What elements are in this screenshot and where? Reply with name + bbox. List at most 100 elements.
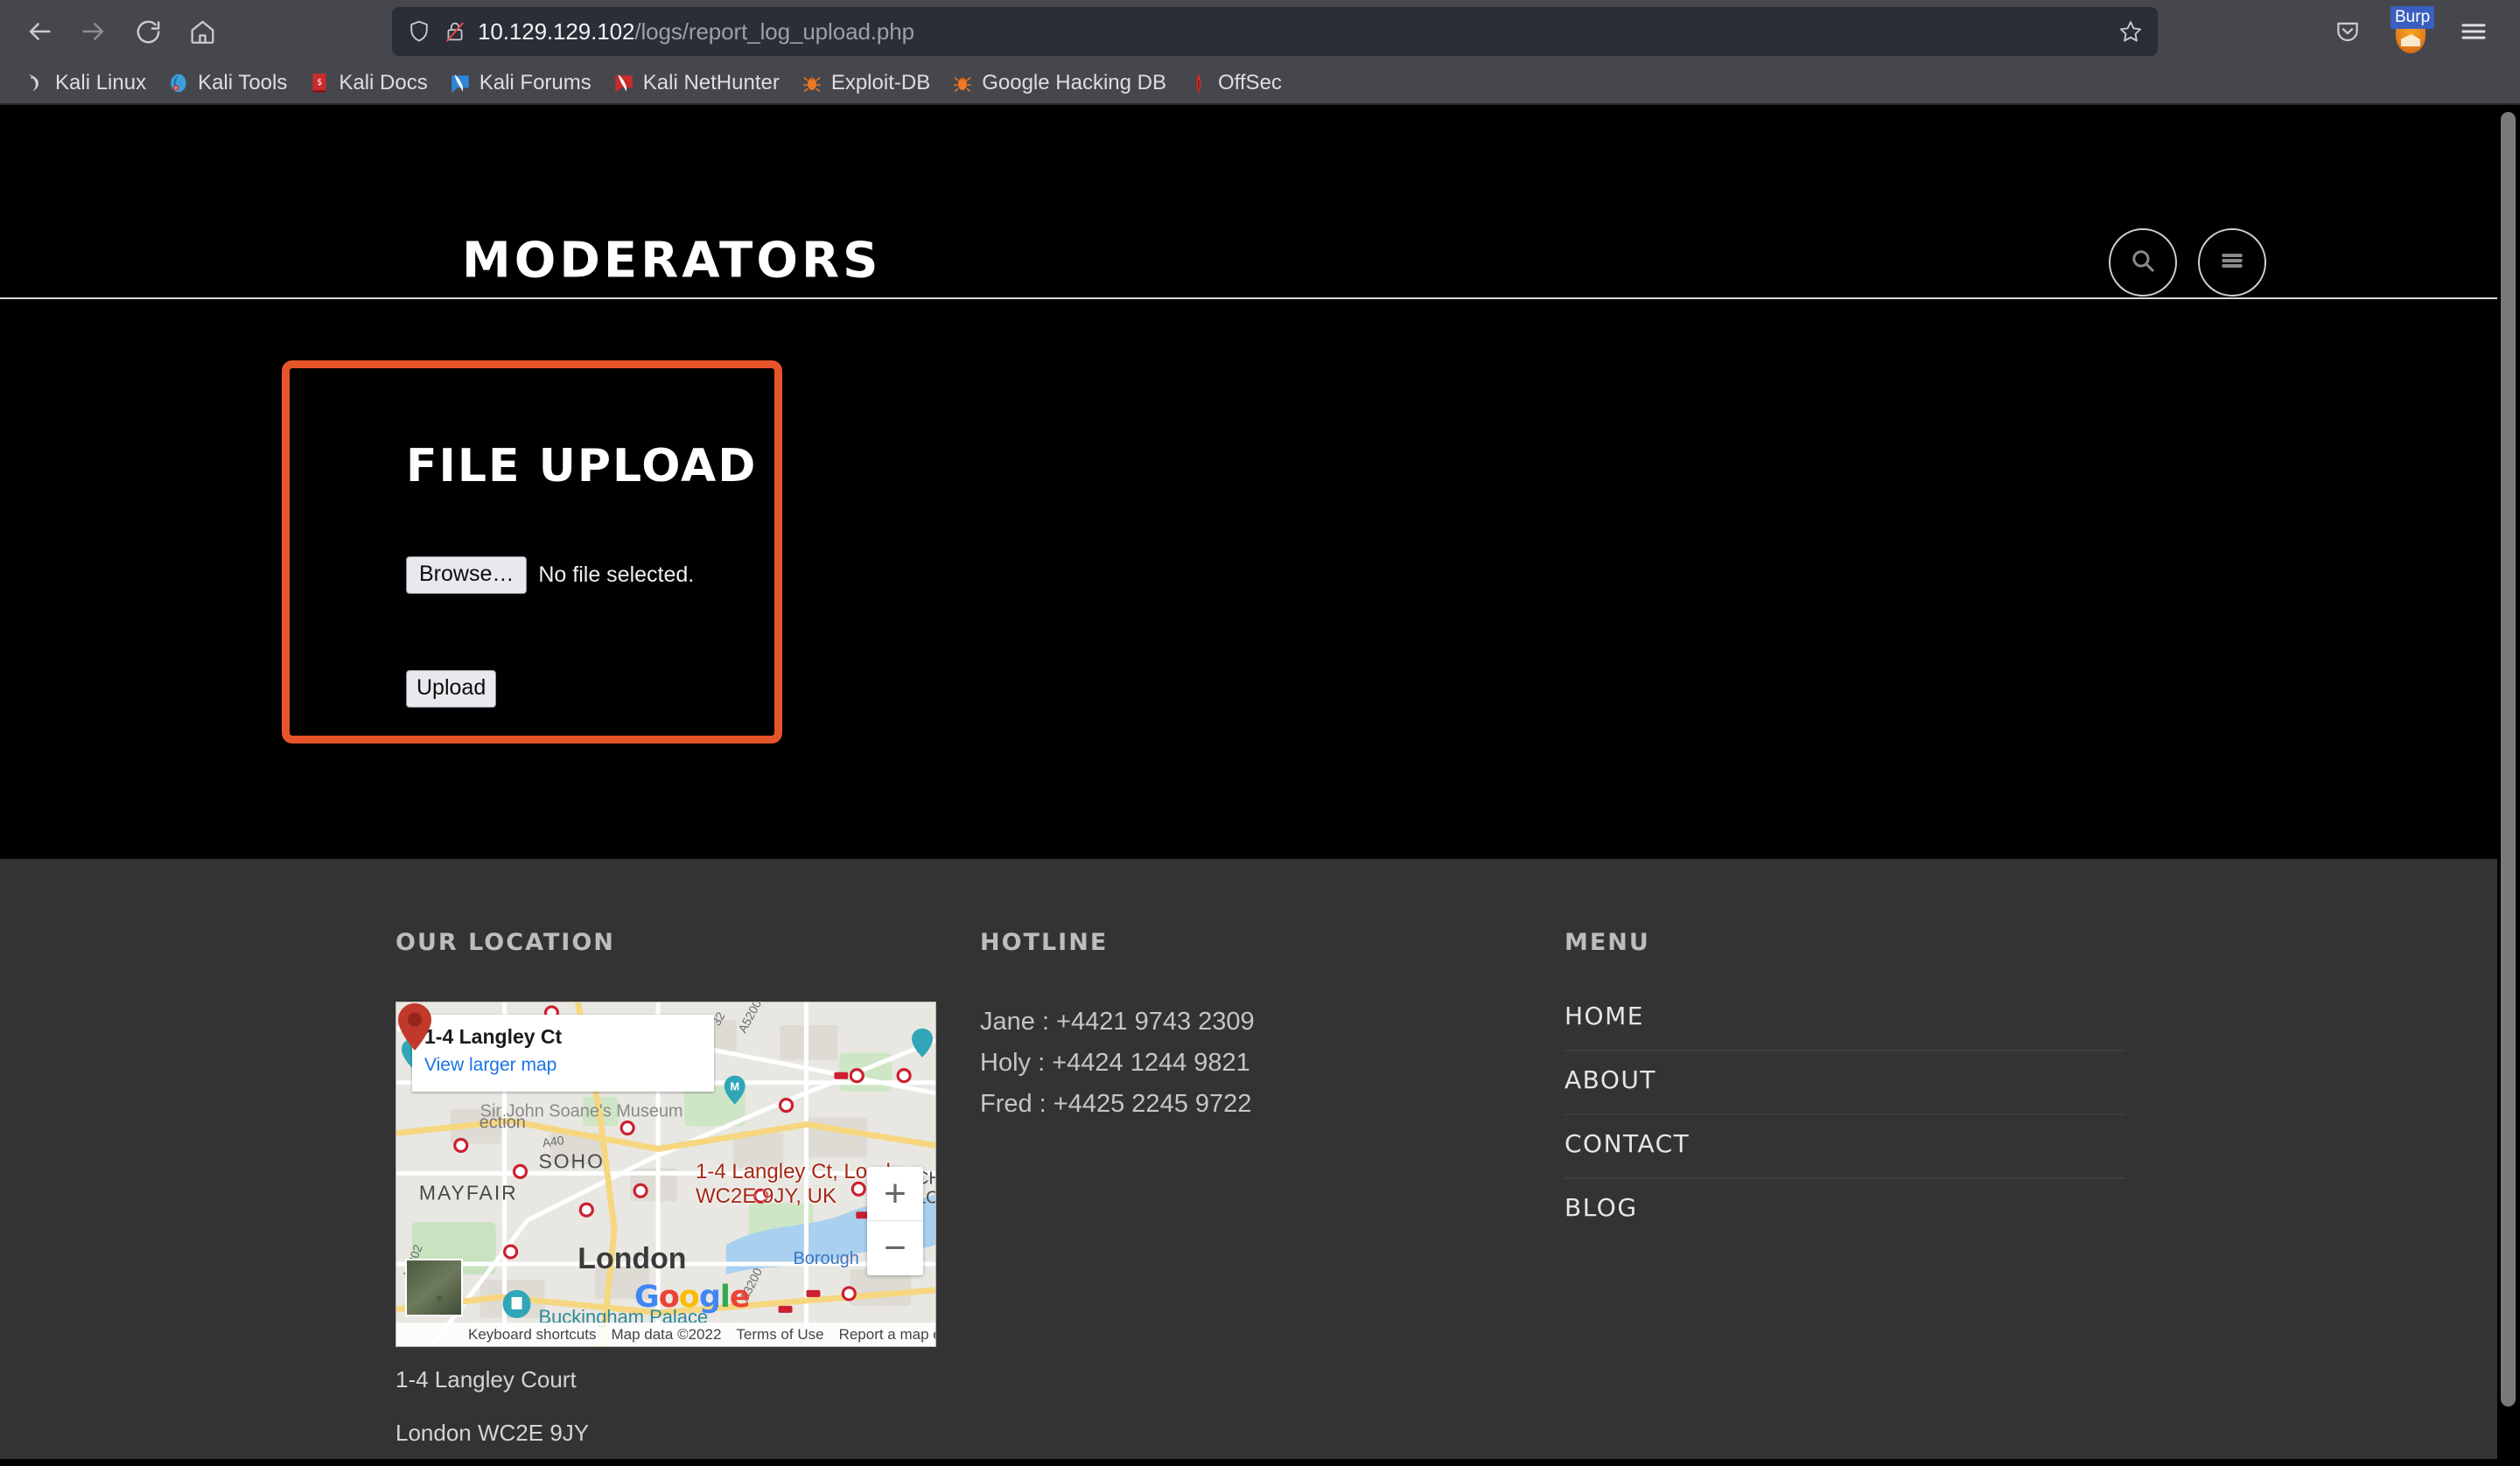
site-header: MODERATORS — [0, 105, 2520, 299]
kali-nethunter-icon — [615, 74, 633, 93]
map-zoom-controls[interactable]: + − — [867, 1167, 923, 1275]
burp-suite-extension-icon[interactable]: Burp — [2384, 4, 2438, 59]
map-card-title: 1-4 Langley Ct — [424, 1025, 563, 1048]
bookmark-label: Kali Docs — [339, 71, 428, 94]
footer-menu-item-contact[interactable]: CONTACT — [1564, 1115, 2124, 1179]
browser-toolbar-right: Burp — [2320, 4, 2508, 59]
burp-badge-label: Burp — [2390, 6, 2435, 29]
page-scrollbar[interactable] — [2497, 105, 2520, 1459]
svg-text:M: M — [730, 1080, 739, 1093]
bookmark-google-hacking-db[interactable]: Google Hacking DB — [941, 67, 1177, 99]
main-content: FILE UPLOAD Browse… No file selected. Up… — [0, 299, 2520, 859]
hotline-entry-jane: Jane : +4421 9743 2309 — [980, 1008, 1255, 1036]
footer-menu-item-home[interactable]: HOME — [1564, 1002, 2124, 1051]
bookmark-kali-tools[interactable]: π Kali Tools — [157, 67, 298, 99]
bookmark-offsec[interactable]: OffSec — [1177, 67, 1292, 99]
offsec-logo-icon — [1196, 73, 1201, 94]
google-logo: Google — [634, 1280, 751, 1315]
map-info-card: 1-4 Langley Ct View larger map — [412, 1015, 714, 1092]
bookmark-kali-nethunter[interactable]: Kali NetHunter — [602, 67, 790, 99]
kali-docs-icon: $ — [312, 73, 326, 93]
map-view-larger-link[interactable]: View larger map — [424, 1055, 702, 1076]
url-host: 10.129.129.102 — [478, 17, 635, 45]
back-button[interactable] — [12, 4, 66, 59]
bookmark-label: OffSec — [1217, 71, 1282, 94]
url-bar-container: 10.129.129.102/logs/report_log_upload.ph… — [229, 7, 2320, 56]
footer-heading-hotline: HOTLINE — [980, 929, 1109, 956]
map-attr-map-data: Map data ©2022 — [611, 1325, 722, 1343]
svg-text:$: $ — [317, 78, 322, 87]
map-zoom-in-button[interactable]: + — [867, 1167, 923, 1221]
browser-chrome: 10.129.129.102/logs/report_log_upload.ph… — [0, 0, 2520, 105]
hotline-entry-holy: Holy : +4424 1244 9821 — [980, 1048, 1250, 1077]
svg-text:MAYFAIR: MAYFAIR — [419, 1181, 518, 1204]
bookmark-kali-docs[interactable]: $ Kali Docs — [298, 67, 438, 99]
hamburger-menu-button[interactable] — [2446, 4, 2501, 59]
bookmark-star-icon[interactable] — [2118, 18, 2144, 45]
reload-button[interactable] — [121, 4, 175, 59]
google-hacking-db-bug-icon — [954, 77, 972, 92]
footer-column-hotline: HOTLINE Jane : +4421 9743 2309 Holy : +4… — [980, 929, 1522, 1125]
footer-heading-menu: MENU — [1564, 929, 1650, 956]
map-attr-keyboard-shortcuts[interactable]: Keyboard shortcuts — [468, 1326, 596, 1344]
file-input-row: Browse… No file selected. — [406, 556, 694, 594]
url-text[interactable]: 10.129.129.102/logs/report_log_upload.ph… — [478, 18, 2107, 45]
search-button[interactable] — [2109, 228, 2177, 297]
bookmark-label: Google Hacking DB — [982, 71, 1166, 94]
address-line-city: London WC2E 9JY — [396, 1420, 590, 1446]
bookmark-label: Exploit-DB — [830, 71, 931, 94]
map-attribution-bar: Keyboard shortcuts Map data ©2022 Terms … — [396, 1323, 935, 1346]
search-icon — [2127, 245, 2159, 281]
address-bar[interactable]: 10.129.129.102/logs/report_log_upload.ph… — [392, 7, 2158, 56]
url-path: /logs/report_log_upload.php — [634, 17, 915, 45]
page-title: FILE UPLOAD — [406, 440, 758, 492]
upload-submit-button[interactable]: Upload — [406, 670, 497, 708]
pocket-icon[interactable] — [2320, 4, 2375, 59]
map-zoom-out-button[interactable]: − — [867, 1221, 923, 1275]
bookmark-kali-forums[interactable]: Kali Forums — [438, 67, 602, 99]
map-attr-terms[interactable]: Terms of Use — [736, 1326, 823, 1344]
site-footer: OUR LOCATION M A40 A5200 32 A3200 ection… — [0, 859, 2520, 1459]
exploit-db-bug-icon — [802, 77, 821, 92]
file-selection-status: No file selected. — [538, 562, 695, 587]
bookmark-exploit-db[interactable]: Exploit-DB — [790, 67, 941, 99]
forward-button[interactable] — [66, 4, 121, 59]
footer-menu-item-blog[interactable]: BLOG — [1564, 1179, 2124, 1241]
kali-forums-icon — [451, 74, 469, 93]
bookmarks-bar: Kali Linux π Kali Tools $ Kali Docs Kali… — [0, 63, 2520, 105]
file-upload-panel: FILE UPLOAD Browse… No file selected. Up… — [282, 360, 782, 743]
browse-button[interactable]: Browse… — [406, 556, 528, 594]
hamburger-icon — [2216, 245, 2248, 281]
footer-menu-item-about[interactable]: ABOUT — [1564, 1051, 2124, 1115]
map-satellite-thumbnail[interactable] — [405, 1259, 463, 1316]
svg-text:London: London — [578, 1242, 686, 1275]
insecure-connection-icon[interactable] — [443, 19, 467, 44]
menu-button[interactable] — [2198, 228, 2266, 297]
footer-column-location: OUR LOCATION M A40 A5200 32 A3200 ection… — [396, 929, 973, 1459]
footer-heading-location: OUR LOCATION — [396, 929, 615, 956]
burp-logo — [2396, 27, 2426, 53]
footer-column-menu: MENU HOME ABOUT CONTACT BLOG — [1564, 929, 2124, 1241]
bookmark-label: Kali Tools — [198, 71, 288, 94]
header-actions — [2109, 228, 2266, 297]
bookmark-label: Kali Forums — [479, 71, 592, 94]
bookmark-kali-linux[interactable]: Kali Linux — [14, 67, 157, 99]
svg-text:Sir John Soane's Museum: Sir John Soane's Museum — [480, 1102, 683, 1121]
map-attr-report-error[interactable]: Report a map error — [839, 1326, 935, 1344]
hotline-entry-fred: Fred : +4425 2245 9722 — [980, 1089, 1252, 1118]
home-button[interactable] — [175, 4, 229, 59]
site-logo[interactable]: MODERATORS — [462, 233, 881, 290]
tracking-protection-shield-icon[interactable] — [406, 18, 432, 45]
svg-text:Borough: Borough — [794, 1249, 859, 1268]
bookmark-label: Kali NetHunter — [642, 71, 780, 94]
scrollbar-thumb[interactable] — [2501, 112, 2516, 1407]
kali-dragon-icon — [28, 74, 38, 92]
browser-navigation-bar: 10.129.129.102/logs/report_log_upload.ph… — [0, 0, 2520, 63]
address-line-street: 1-4 Langley Court — [396, 1366, 577, 1393]
page-viewport: MODERATORS FILE UPLOAD Browse… No file s… — [0, 105, 2520, 1459]
location-map[interactable]: M A40 A5200 32 A3200 A4202 — [396, 1002, 936, 1347]
svg-text:SOHO: SOHO — [538, 1149, 604, 1172]
map-location-pin-icon — [398, 1003, 431, 1051]
kali-tools-icon: π — [171, 73, 186, 93]
bookmark-label: Kali Linux — [55, 71, 147, 94]
